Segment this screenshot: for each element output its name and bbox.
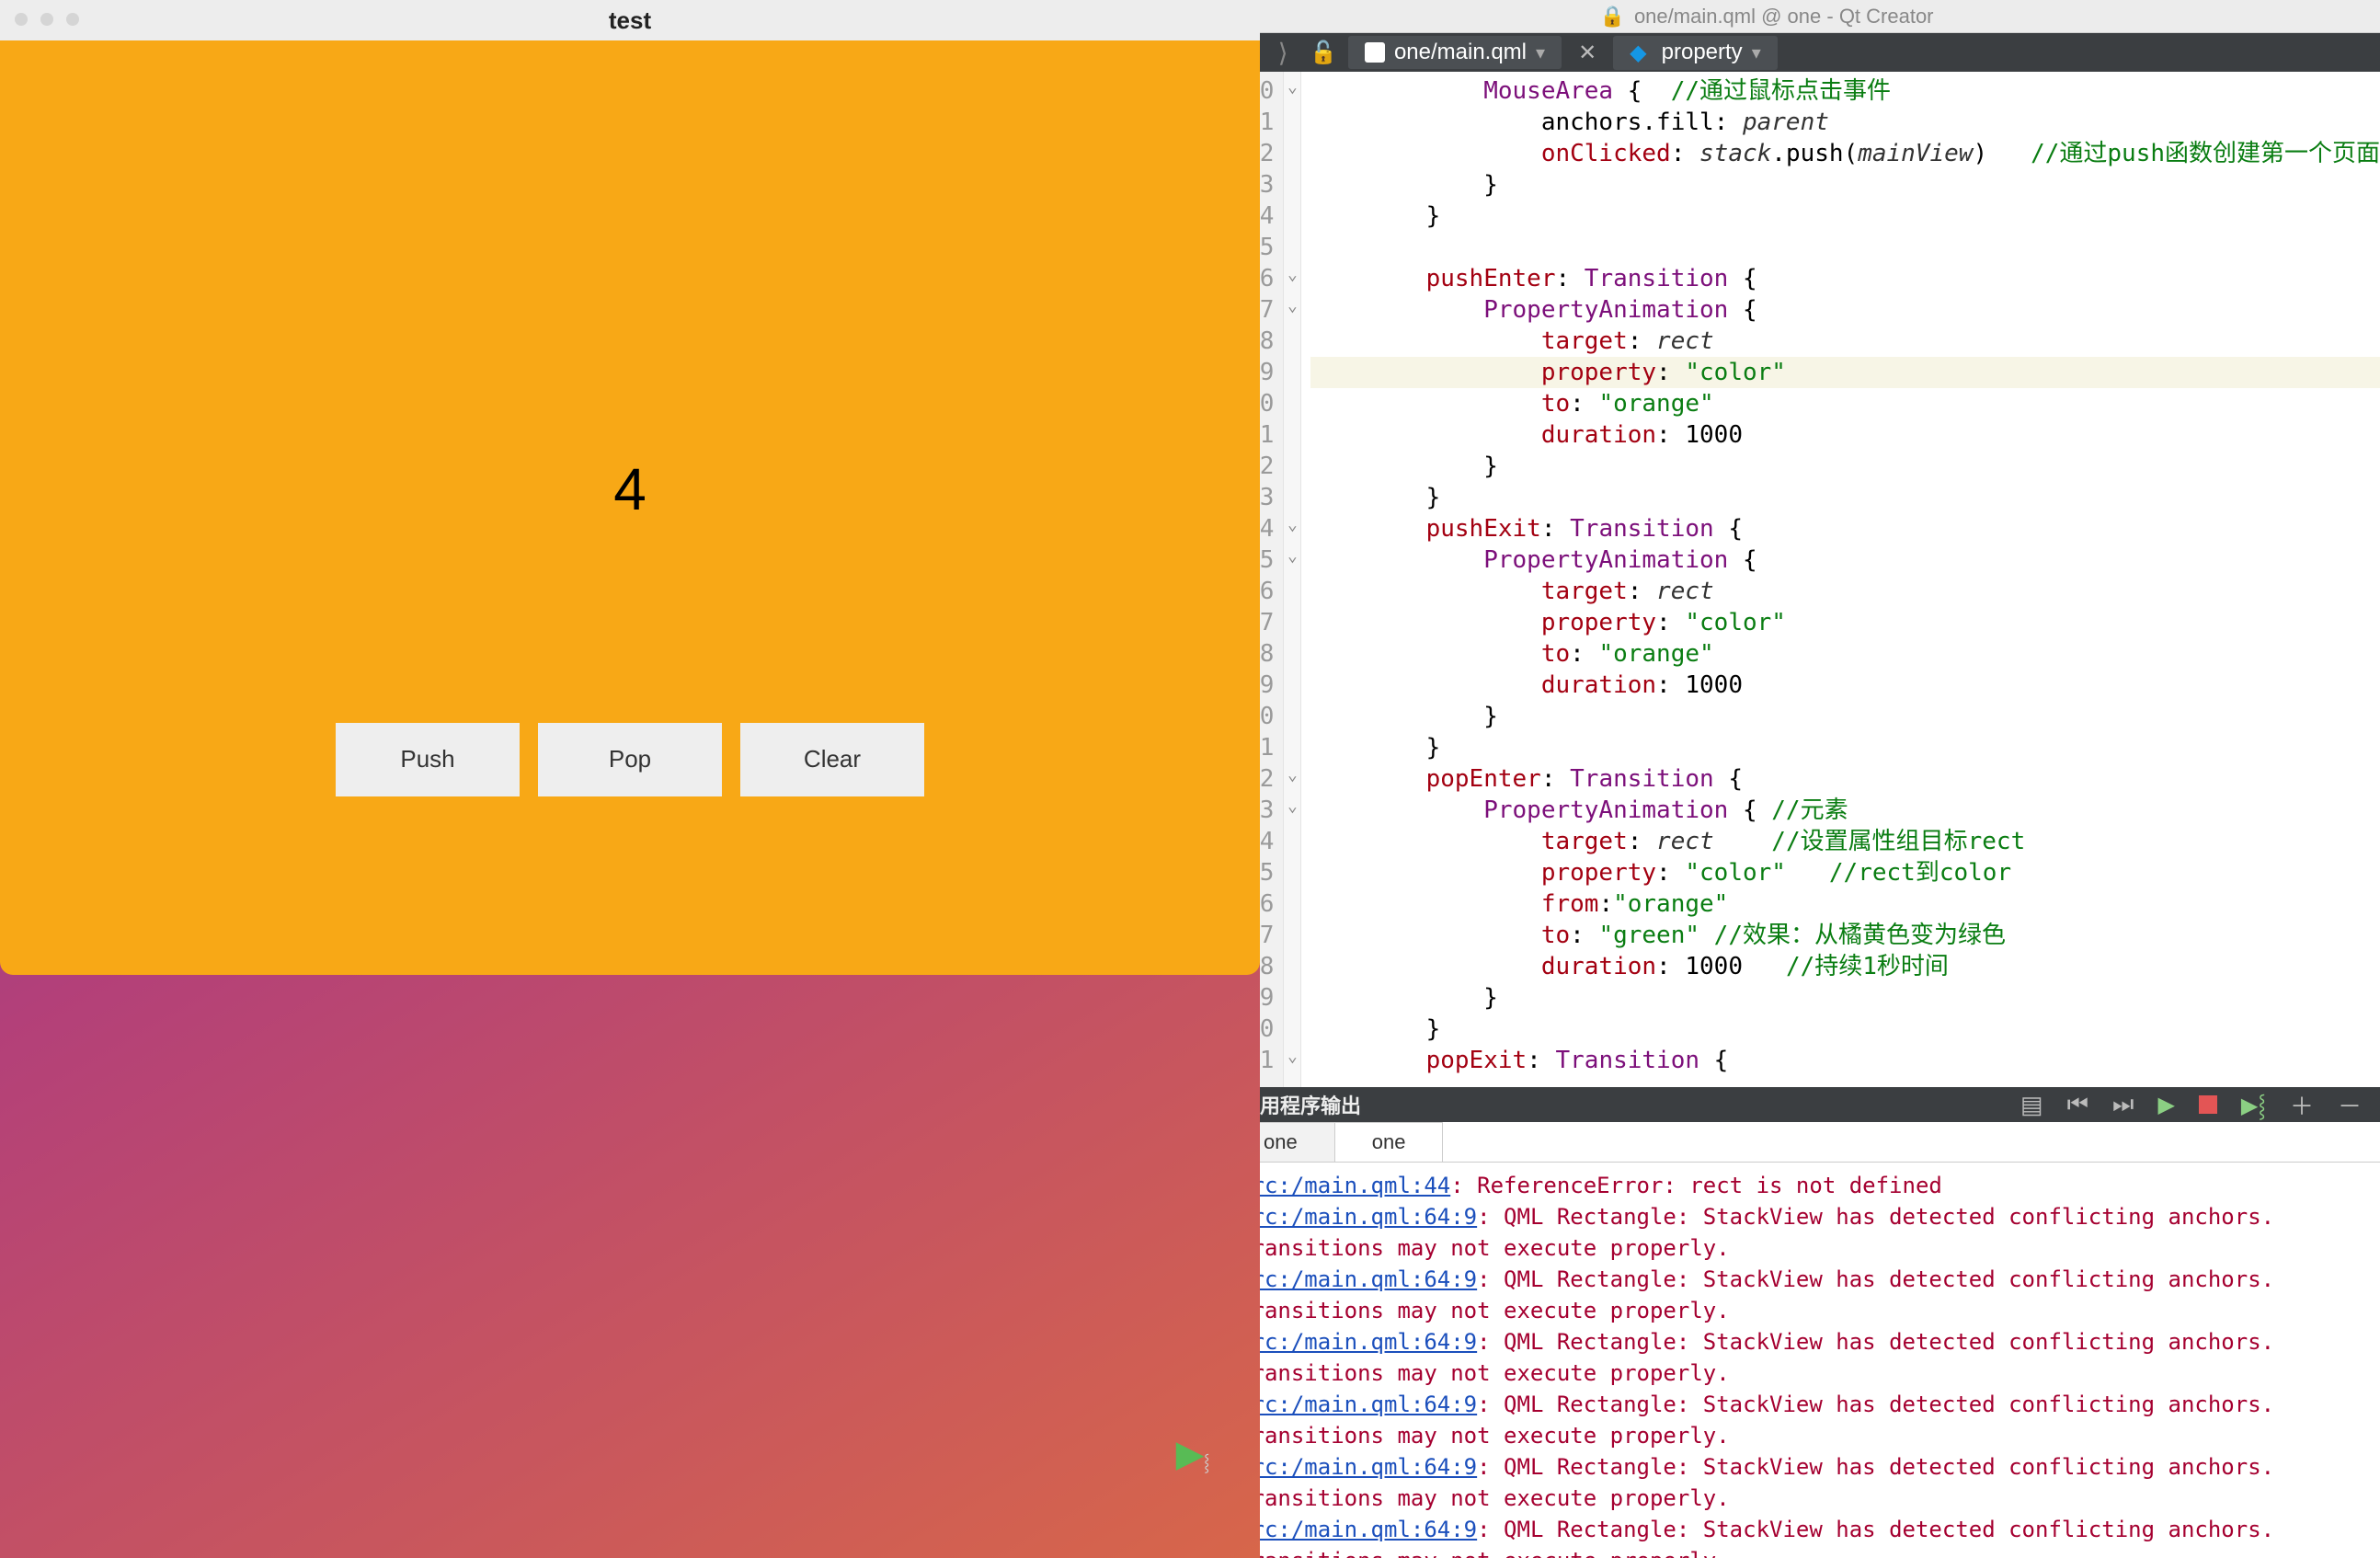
stop-icon[interactable] (2199, 1095, 2217, 1114)
symbol-crumb-label: property (1662, 40, 1743, 65)
zoom-icon[interactable] (66, 13, 79, 26)
qt-main: 欢迎编辑设计Debug项目?帮助oneRelease▶▶⸾⚒ ⟨ ⟩ 🔓 one… (1153, 33, 2380, 1558)
window-controls (15, 13, 79, 26)
test-app-titlebar[interactable]: test (0, 0, 1260, 40)
close-editor-icon[interactable]: ✕ (1578, 40, 1596, 66)
error-link[interactable]: qrc:/main.qml:64:9 (1238, 1329, 1477, 1355)
symbol-crumb[interactable]: ◆ property ▾ (1613, 36, 1778, 70)
test-app-body[interactable]: 4 Push Pop Clear (0, 40, 1260, 975)
button-row: Push Pop Clear (336, 723, 924, 796)
file-crumb-label: one/main.qml (1394, 40, 1527, 65)
test-app-title: test (609, 6, 651, 35)
chevron-down-icon: ▾ (1752, 41, 1761, 64)
output-tab[interactable]: one (1335, 1122, 1444, 1162)
output-body[interactable]: qrc:/main.qml:44: ReferenceError: rect i… (1227, 1163, 2380, 1558)
file-crumb[interactable]: one/main.qml ▾ (1348, 36, 1562, 69)
stack-depth-number: 4 (613, 455, 646, 523)
output-header: 应用程序输出 ▤ ⏮ ⏭ ▶ ▶⸾ ＋ － (1227, 1087, 2380, 1122)
test-app-window: test 4 Push Pop Clear (0, 0, 1260, 975)
error-link[interactable]: qrc:/main.qml:64:9 (1238, 1517, 1477, 1542)
minimize-icon[interactable] (40, 13, 53, 26)
fold-gutter[interactable]: ⌄ ⌄ ⌄ ⌄ ⌄ ⌄ ⌄ ⌄ (1283, 72, 1301, 1087)
error-link[interactable]: qrc:/main.qml:64:9 (1238, 1204, 1477, 1230)
code-body[interactable]: MouseArea { //通过鼠标点击事件 anchors.fill: par… (1301, 72, 2380, 1087)
remove-icon[interactable]: － (2338, 1088, 2362, 1122)
editor-area: ⟨ ⟩ 🔓 one/main.qml ▾ ✕ ◆ property ▾ 20 2… (1227, 33, 2380, 1558)
run-icon[interactable]: ▶ (2157, 1092, 2174, 1118)
lock-icon: 🔒 (1600, 5, 1625, 29)
chevron-down-icon: ▾ (1536, 41, 1545, 64)
output-tabs: oneone (1227, 1122, 2380, 1163)
filter-icon[interactable]: ▤ (2020, 1091, 2043, 1119)
qt-titlebar[interactable]: 🔒 one/main.qml @ one - Qt Creator (1153, 0, 2380, 33)
error-link[interactable]: qrc:/main.qml:64:9 (1238, 1392, 1477, 1417)
code-editor[interactable]: 20 21 22 23 24 25 26 27 28 29 30 31 32 3… (1227, 72, 2380, 1087)
step-back-icon[interactable]: ⏮ (2067, 1090, 2088, 1119)
lock-icon[interactable]: 🔓 (1310, 40, 1337, 66)
nav-forward-icon[interactable]: ⟩ (1267, 38, 1299, 68)
qt-creator-window: 🔒 one/main.qml @ one - Qt Creator 欢迎编辑设计… (1153, 0, 2380, 1558)
output-controls: ▤ ⏮ ⏭ ▶ ▶⸾ ＋ － (2020, 1088, 2380, 1122)
qt-window-title: one/main.qml @ one - Qt Creator (1634, 5, 1934, 29)
push-button[interactable]: Push (336, 723, 520, 796)
step-fwd-icon[interactable]: ⏭ (2112, 1090, 2134, 1119)
pop-button[interactable]: Pop (538, 723, 722, 796)
error-text: : ReferenceError: rect is not defined (1450, 1173, 1942, 1198)
error-link[interactable]: qrc:/main.qml:44 (1238, 1173, 1450, 1198)
error-link[interactable]: qrc:/main.qml:64:9 (1238, 1266, 1477, 1292)
desktop-left: test 4 Push Pop Clear (0, 0, 1153, 975)
editor-toolbar: ⟨ ⟩ 🔓 one/main.qml ▾ ✕ ◆ property ▾ (1227, 33, 2380, 72)
clear-button[interactable]: Clear (740, 723, 924, 796)
close-icon[interactable] (15, 13, 28, 26)
qml-file-icon (1365, 42, 1385, 63)
property-icon: ◆ (1630, 40, 1646, 66)
add-icon[interactable]: ＋ (2290, 1088, 2314, 1122)
rerun-icon[interactable]: ▶⸾ (2241, 1090, 2266, 1120)
debug-run-icon[interactable]: ▶⸾ (1176, 1433, 1205, 1475)
error-link[interactable]: qrc:/main.qml:64:9 (1238, 1454, 1477, 1480)
